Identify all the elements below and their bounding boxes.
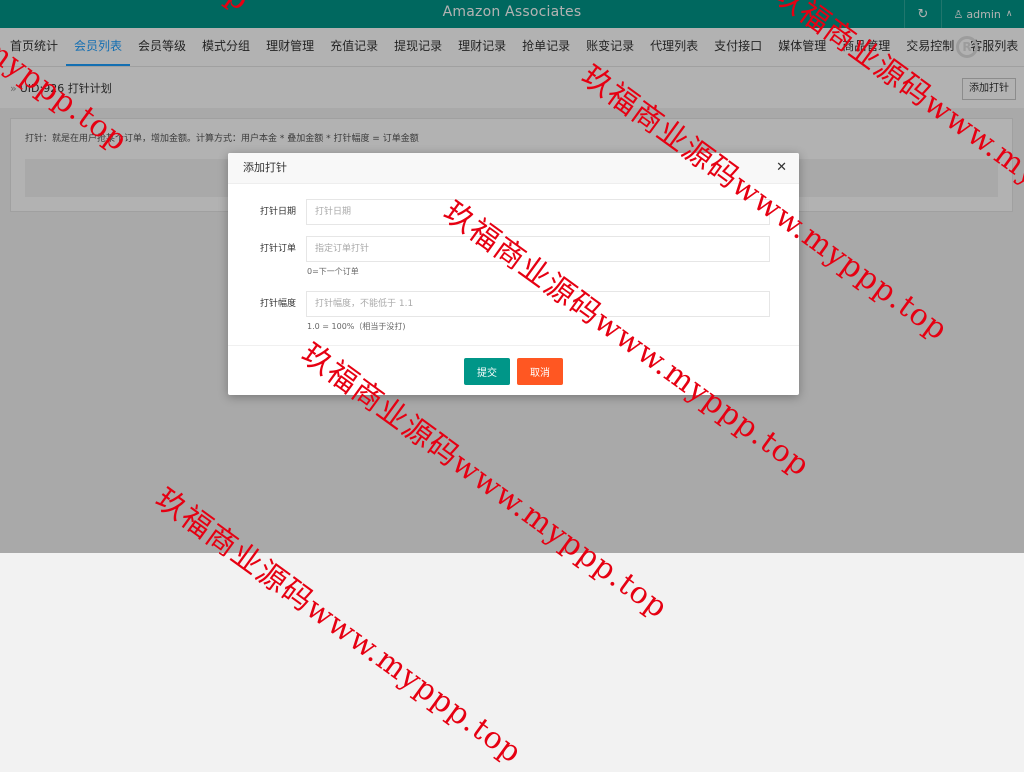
cancel-button[interactable]: 取消 xyxy=(517,358,563,385)
amplitude-hint: 1.0 = 100%（相当于没打) xyxy=(307,322,406,331)
order-label: 打针订单 xyxy=(259,244,296,254)
close-icon[interactable]: ✕ xyxy=(776,153,787,183)
amplitude-label: 打针幅度 xyxy=(259,299,296,309)
order-hint: 0=下一个订单 xyxy=(307,267,359,276)
submit-button[interactable]: 提交 xyxy=(464,358,510,385)
date-label: 打针日期 xyxy=(259,207,296,217)
order-input[interactable] xyxy=(306,236,770,262)
amplitude-input[interactable] xyxy=(306,291,770,317)
add-injection-dialog: 添加打针 ✕ 打针日期 打针订单 0=下一个订单 打针幅度 1.0 = 100%… xyxy=(228,153,799,395)
date-input[interactable] xyxy=(306,199,770,225)
dialog-header: 添加打针 ✕ xyxy=(228,153,799,184)
dialog-footer-divider xyxy=(228,345,799,346)
dialog-title: 添加打针 xyxy=(243,161,287,174)
